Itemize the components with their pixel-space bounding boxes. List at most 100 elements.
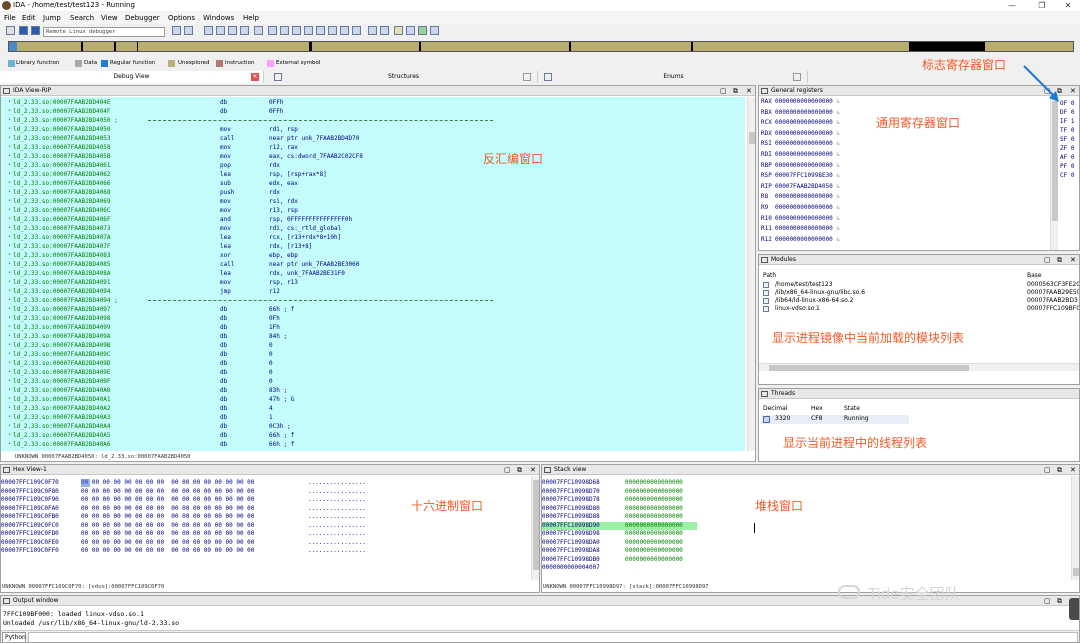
breakpoint-dot-icon[interactable]: • <box>8 152 11 161</box>
disasm-line[interactable]: • ld_2.33.so:00007FAAB2BD4069 mov rsi, rdx <box>8 197 298 206</box>
breakpoint-dot-icon[interactable]: • <box>8 215 11 224</box>
register-row[interactable]: RDX 0000000000000000 ↳ <box>761 129 840 140</box>
col-base[interactable]: Base <box>1027 272 1042 280</box>
breakpoint-dot-icon[interactable]: • <box>8 377 11 386</box>
flag-row[interactable]: DF 0 <box>1060 108 1074 117</box>
step-into-icon[interactable] <box>204 26 213 35</box>
flag-row[interactable]: IF 1 <box>1060 117 1074 126</box>
jump-icon[interactable]: ↳ <box>833 193 840 200</box>
disasm-line[interactable]: • ld_2.33.so:00007FAAB2BD4094 ; <box>8 296 493 305</box>
breakpoint-dot-icon[interactable]: • <box>8 404 11 413</box>
disasm-line[interactable]: • ld_2.33.so:00007FAAB2BD4085 call near ptr… <box>8 260 359 269</box>
col-path[interactable]: Path <box>763 272 776 280</box>
hex-row[interactable]: 00007FFC109C0FA0 00 00 00 00 00 00 00 00 … <box>1 505 366 514</box>
hex-bytes[interactable]: 00 00 00 00 00 00 00 00 00 00 00 00 00 0… <box>81 539 254 548</box>
register-row[interactable]: RCX 0000000000000000 ↳ <box>761 118 840 129</box>
xrefs-icon[interactable] <box>380 26 389 35</box>
disasm-line[interactable]: • ld_2.33.so:00007FAAB2BD4099 db 1Fh <box>8 323 280 332</box>
jump-icon[interactable]: ↳ <box>833 98 840 105</box>
stack-list[interactable]: 00007FFC10998D68 0000000000000000 00007FFC… <box>542 479 1069 579</box>
register-value[interactable]: 0000000000000000 <box>775 236 833 243</box>
module-list[interactable]: /home/test/test123 0000563CF3FE20/lib/x86… <box>759 281 1079 321</box>
jump-icon[interactable]: ↳ <box>833 162 840 169</box>
tab-structures[interactable]: Structures <box>270 71 538 83</box>
register-row[interactable]: RIP 00007FAAB2BD4050 ↳ <box>761 182 840 193</box>
breakpoint-dot-icon[interactable]: • <box>8 323 11 332</box>
breakpoint-dot-icon[interactable]: • <box>8 188 11 197</box>
close-icon[interactable]: ✕ <box>530 465 536 475</box>
hex-ascii[interactable]: ................ <box>308 479 366 488</box>
jump-icon[interactable]: ↳ <box>833 119 840 126</box>
undock-icon[interactable]: ⧉ <box>1057 465 1062 475</box>
register-row[interactable]: RBX 0000000000000000 ↳ <box>761 108 840 119</box>
disasm-line[interactable]: • ld_2.33.so:00007FAAB2BD40A5 db 66h ; f <box>8 431 294 440</box>
menu-file[interactable]: File <box>4 12 16 24</box>
float-icon[interactable]: ▢ <box>720 86 727 96</box>
language-button[interactable]: Python <box>2 632 26 642</box>
hex-ascii[interactable]: ................ <box>308 522 366 531</box>
breakpoint-dot-icon[interactable]: • <box>8 269 11 278</box>
disasm-line[interactable]: • ld_2.33.so:00007FAAB2BD404E db 0FFh <box>8 98 283 107</box>
tracing-icon[interactable] <box>268 26 277 35</box>
breakpoint-dot-icon[interactable]: • <box>8 125 11 134</box>
disasm-line[interactable]: • ld_2.33.so:00007FAAB2BD409D db 0 <box>8 359 273 368</box>
disasm-line[interactable]: • ld_2.33.so:00007FAAB2BD4094 jmp r12 <box>8 287 280 296</box>
register-value[interactable]: 0000000000000000 <box>775 98 833 105</box>
hex-dump[interactable]: 00007FFC109C0F70 00 00 00 00 00 00 00 00 … <box>1 479 529 579</box>
register-value[interactable]: 0000000000000000 <box>775 151 833 158</box>
menu-debugger[interactable]: Debugger <box>125 12 160 24</box>
close-icon[interactable]: ✕ <box>251 73 259 81</box>
thread-row[interactable]: 3320 CF8 Running <box>761 415 909 424</box>
menu-windows[interactable]: Windows <box>203 12 234 24</box>
command-input[interactable] <box>28 632 1078 642</box>
disasm-line[interactable]: • ld_2.33.so:00007FAAB2BD4050 ; <box>8 116 493 125</box>
breakpoint-dot-icon[interactable]: • <box>8 197 11 206</box>
breakpoint-dot-icon[interactable]: • <box>8 440 11 449</box>
close-icon[interactable] <box>523 73 531 81</box>
stack-row[interactable]: 00007FFC10998D68 0000000000000000 <box>542 479 683 488</box>
disasm-line[interactable]: • ld_2.33.so:00007FAAB2BD409A db 84h ; <box>8 332 287 341</box>
col-decimal[interactable]: Decimal <box>763 405 787 413</box>
maximize-button[interactable]: ❐ <box>1032 0 1052 11</box>
menu-options[interactable]: Options <box>168 12 195 24</box>
stack-row[interactable]: 0000000000004007 <box>542 564 600 573</box>
flag-row[interactable]: PF 0 <box>1060 162 1074 171</box>
register-value[interactable]: 0000000000000000 <box>775 193 833 200</box>
stack-row[interactable]: 00007FFC10998D80 0000000000000000 <box>542 505 683 514</box>
disasm-line[interactable]: • ld_2.33.so:00007FAAB2BD408A lea rdx, unk_… <box>8 269 345 278</box>
breakpoint-dot-icon[interactable]: • <box>8 386 11 395</box>
disasm-window-icon[interactable] <box>304 26 313 35</box>
stop-icon[interactable] <box>31 26 40 35</box>
breakpoint-dot-icon[interactable]: • <box>8 206 11 215</box>
tab-enums[interactable]: Enums <box>540 71 808 83</box>
jump-icon[interactable]: ↳ <box>833 215 840 222</box>
close-button[interactable]: ✕ <box>1058 0 1078 11</box>
graph-icon[interactable] <box>328 26 337 35</box>
jump-icon[interactable]: ↳ <box>833 172 840 179</box>
hex-ascii[interactable]: ................ <box>308 505 366 514</box>
register-value[interactable]: 00007FAAB2BD4050 <box>775 183 833 190</box>
stack-value[interactable]: 0000000000000000 <box>625 479 683 488</box>
register-row[interactable]: R10 0000000000000000 ↳ <box>761 214 840 225</box>
disasm-line[interactable]: • ld_2.33.so:00007FAAB2BD4061 pop rdx <box>8 161 280 170</box>
jump-icon[interactable]: ↳ <box>833 204 840 211</box>
hex-bytes[interactable]: 00 00 00 00 00 00 00 00 00 00 00 00 00 0… <box>81 522 254 531</box>
breakpoint-dot-icon[interactable]: • <box>8 332 11 341</box>
plugin-icon[interactable] <box>406 26 415 35</box>
breakpoint-dot-icon[interactable]: • <box>8 224 11 233</box>
hex-ascii[interactable]: ................ <box>308 539 366 548</box>
vertical-scrollbar[interactable] <box>747 97 755 451</box>
flag-row[interactable]: AF 0 <box>1060 153 1074 162</box>
disasm-line[interactable]: • ld_2.33.so:00007FAAB2BD4066 sub edx, eax <box>8 179 298 188</box>
register-row[interactable]: R8 0000000000000000 ↳ <box>761 192 840 203</box>
disasm-line[interactable]: • ld_2.33.so:00007FAAB2BD406C mov r13, rsp <box>8 206 298 215</box>
close-icon[interactable]: ✕ <box>1070 465 1076 475</box>
breakpoint-dot-icon[interactable]: • <box>8 278 11 287</box>
stack-value[interactable]: 0000000000000000 <box>625 488 683 497</box>
register-value[interactable]: 0000000000000000 <box>775 215 833 222</box>
undock-icon[interactable]: ⧉ <box>1057 596 1062 606</box>
float-icon[interactable]: ▢ <box>504 465 511 475</box>
disasm-line[interactable]: • ld_2.33.so:00007FAAB2BD40A2 db 4 <box>8 404 273 413</box>
jump-icon[interactable]: ↳ <box>833 109 840 116</box>
debugger-select[interactable]: Remote Linux debugger <box>43 27 165 37</box>
